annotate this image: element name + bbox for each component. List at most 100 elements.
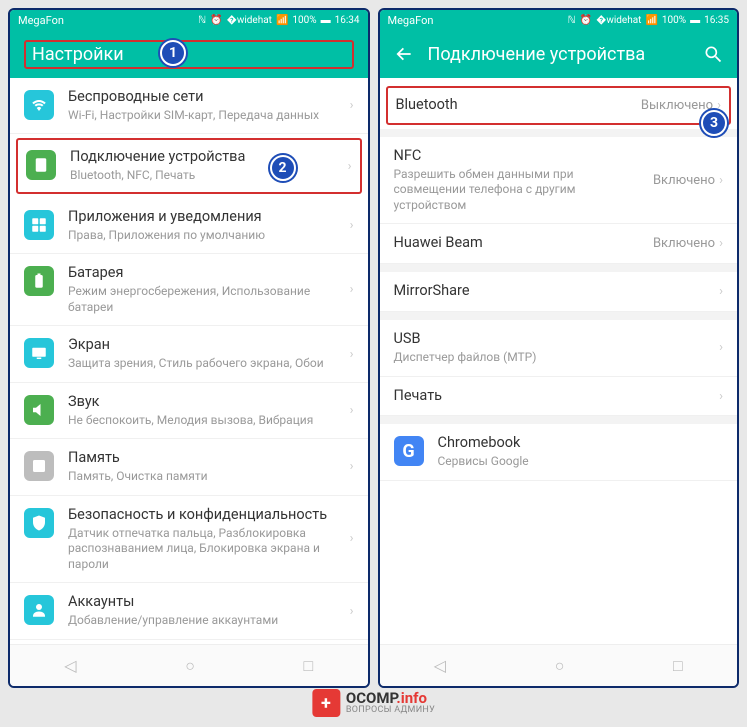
callout-2: 2 [270,155,296,181]
wifi-icon: �widehat [596,15,641,26]
chevron-right-icon: › [719,389,723,404]
alarm-icon: ⏰ [210,15,222,26]
chevron-right-icon: › [719,284,723,299]
battery-icon: ▬ [321,15,331,26]
wifi-icon [24,90,54,120]
row-apps[interactable]: Приложения и уведомления Права, Приложен… [10,198,368,254]
watermark-sub: ВОПРОСЫ АДМИНУ [346,706,435,715]
sound-icon [24,395,54,425]
battery-icon [24,266,54,296]
row-subtitle: Добавление/управление аккаунтами [68,613,336,629]
user-icon [24,595,54,625]
chevron-right-icon: › [350,531,354,546]
divider [380,416,738,424]
row-chromebook[interactable]: G Chromebook Сервисы Google [380,424,738,480]
display-icon [24,338,54,368]
chevron-right-icon: › [350,347,354,362]
phone-right: MegaFon ℕ ⏰ �widehat 📶 100% ▬ 16:35 Подк… [378,8,740,688]
nav-home[interactable]: ○ [185,656,195,676]
nav-back[interactable]: ◁ [64,656,76,675]
time-label: 16:35 [704,15,729,26]
row-sound[interactable]: Звук Не беспокоить, Мелодия вызова, Вибр… [10,383,368,439]
row-subtitle: Wi-Fi, Настройки SIM-карт, Передача данн… [68,108,336,124]
row-subtitle: Защита зрения, Стиль рабочего экрана, Об… [68,356,336,372]
signal-icon: 📶 [645,15,657,26]
google-icon: G [394,436,424,466]
back-icon[interactable] [394,44,414,64]
row-print[interactable]: Печать › [380,377,738,417]
row-wireless[interactable]: Беспроводные сети Wi-Fi, Настройки SIM-к… [10,78,368,134]
row-battery[interactable]: Батарея Режим энергосбережения, Использо… [10,254,368,326]
row-huawei-beam[interactable]: Huawei Beam Включено › [380,224,738,264]
row-value: Включено [653,236,715,251]
callout-3: 3 [701,110,727,136]
carrier-label: MegaFon [388,14,434,27]
row-title: Huawei Beam [394,234,639,253]
nav-back[interactable]: ◁ [434,656,446,675]
row-security[interactable]: Безопасность и конфиденциальность Датчик… [10,496,368,584]
apps-icon [24,210,54,240]
row-subtitle: Память, Очистка памяти [68,469,336,485]
time-label: 16:34 [335,15,360,26]
nfc-icon: ℕ [198,15,206,26]
row-subtitle: Разрешить обмен данными при совмещении т… [394,167,639,214]
row-bluetooth[interactable]: Bluetooth Выключено › [386,86,732,125]
callout-1: 1 [160,40,186,66]
nfc-icon: ℕ [568,15,576,26]
nav-bar: ◁ ○ □ [380,644,738,686]
search-icon[interactable] [703,44,723,64]
row-subtitle: Сервисы Google [438,454,724,470]
phone-left: MegaFon ℕ ⏰ �widehat 📶 100% ▬ 16:34 Наст… [8,8,370,688]
nav-recent[interactable]: □ [673,656,683,676]
row-title: Память [68,449,336,468]
nav-bar: ◁ ○ □ [10,644,368,686]
divider [380,264,738,272]
nav-recent[interactable]: □ [304,656,314,676]
row-title: NFC [394,147,639,166]
page-title: Подключение устройства [428,44,690,65]
signal-icon: 📶 [276,15,288,26]
row-title: USB [394,330,706,349]
row-subtitle: Режим энергосбережения, Использование ба… [68,284,336,315]
row-title: Приложения и уведомления [68,208,336,227]
row-subtitle: Не беспокоить, Мелодия вызова, Вибрация [68,413,336,429]
settings-list[interactable]: Беспроводные сети Wi-Fi, Настройки SIM-к… [10,78,368,644]
chevron-right-icon: › [719,340,723,355]
chevron-right-icon: › [350,403,354,418]
row-title: Батарея [68,264,336,283]
app-bar: Подключение устройства [380,30,738,78]
divider [380,129,738,137]
row-title: Звук [68,393,336,412]
battery-icon: ▬ [690,15,700,26]
status-bar: MegaFon ℕ ⏰ �widehat 📶 100% ▬ 16:34 [10,10,368,30]
nav-home[interactable]: ○ [555,656,565,676]
connection-list[interactable]: Bluetooth Выключено › 3 NFC Разрешить об… [380,78,738,644]
chevron-right-icon: › [350,459,354,474]
row-accounts[interactable]: Аккаунты Добавление/управление аккаунтам… [10,583,368,639]
row-title: Chromebook [438,434,724,453]
storage-icon [24,451,54,481]
row-value: Включено [653,173,715,188]
row-mirrorshare[interactable]: MirrorShare › [380,272,738,312]
chevron-right-icon: › [350,604,354,619]
row-title: Беспроводные сети [68,88,336,107]
wifi-icon: �widehat [227,15,272,26]
device-icon [26,150,56,180]
row-display[interactable]: Экран Защита зрения, Стиль рабочего экра… [10,326,368,382]
row-nfc[interactable]: NFC Разрешить обмен данными при совмещен… [380,137,738,225]
status-bar: MegaFon ℕ ⏰ �widehat 📶 100% ▬ 16:35 [380,10,738,30]
watermark: + OCOMP.info ВОПРОСЫ АДМИНУ [312,689,435,717]
row-value: Выключено [641,98,713,113]
watermark-badge: + [312,689,340,717]
row-title: Печать [394,387,706,406]
row-device-connection[interactable]: Подключение устройства Bluetooth, NFC, П… [16,138,362,193]
row-usb[interactable]: USB Диспетчер файлов (MTP) › [380,320,738,376]
page-title: Настройки [24,40,354,69]
row-storage[interactable]: Память Память, Очистка памяти › [10,439,368,495]
divider [380,312,738,320]
chevron-right-icon: › [719,236,723,251]
chevron-right-icon: › [350,98,354,113]
chevron-right-icon: › [348,159,352,174]
row-title: Безопасность и конфиденциальность [68,506,336,525]
row-title: Экран [68,336,336,355]
